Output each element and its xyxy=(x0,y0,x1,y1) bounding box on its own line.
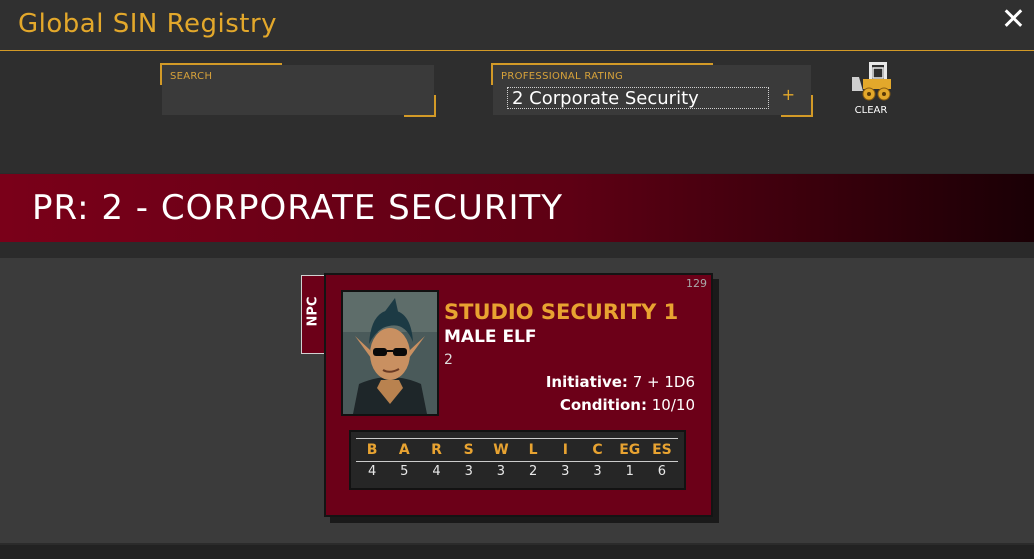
npc-rating: 2 xyxy=(444,352,453,368)
attribute-value: 4 xyxy=(367,464,377,479)
professional-rating-field[interactable]: PROFESSIONAL RATING 2 Corporate Security… xyxy=(491,63,813,117)
attribute-header: S xyxy=(463,442,474,458)
attribute-value: 5 xyxy=(400,464,409,479)
condition-row: Condition: 10/10 xyxy=(560,396,695,414)
title-bar: Global SIN Registry ✕ xyxy=(0,0,1034,51)
card-number: 129 xyxy=(686,277,707,290)
attribute-header: I xyxy=(562,442,568,458)
attribute-header: C xyxy=(592,442,603,458)
attribute-header: R xyxy=(431,442,442,458)
condition-value: 10/10 xyxy=(651,396,695,414)
window-title: Global SIN Registry xyxy=(18,9,278,39)
npc-name: STUDIO SECURITY 1 xyxy=(444,300,679,324)
npc-subtitle: MALE ELF xyxy=(444,327,537,347)
attribute-header: EG xyxy=(619,442,641,458)
elf-portrait-image xyxy=(343,292,437,414)
attribute-value: 6 xyxy=(657,464,667,479)
attribute-value: 1 xyxy=(625,464,634,479)
bulldozer-icon xyxy=(852,62,891,101)
attribute-header: L xyxy=(528,442,538,458)
npc-tag: NPC xyxy=(301,275,324,354)
initiative-value: 7 + 1D6 xyxy=(632,373,695,391)
professional-rating-select[interactable]: 2 Corporate Security xyxy=(507,87,769,109)
initiative-row: Initiative: 7 + 1D6 xyxy=(546,373,695,391)
banner-title: PR: 2 - CORPORATE SECURITY xyxy=(32,188,564,228)
attribute-header: B xyxy=(366,442,378,458)
attribute-value: 2 xyxy=(528,464,538,479)
initiative-label: Initiative: xyxy=(545,373,628,391)
close-icon[interactable]: ✕ xyxy=(1001,2,1026,38)
attribute-table: B A R S W L I C EG ES 4 5 4 3 3 2 3 3 1 … xyxy=(349,430,686,490)
condition-label: Condition: xyxy=(559,396,647,414)
attribute-value: 3 xyxy=(496,464,506,479)
search-label: SEARCH xyxy=(170,71,213,82)
npc-portrait xyxy=(341,290,439,416)
footer-strip xyxy=(0,545,1034,559)
attribute-header: A xyxy=(398,442,410,458)
attribute-header: W xyxy=(493,442,509,458)
npc-card[interactable]: 129 STUDIO SECURITY 1 MALE ELF 2 Initiat… xyxy=(324,273,713,517)
search-input[interactable] xyxy=(170,87,420,109)
category-banner: PR: 2 - CORPORATE SECURITY xyxy=(0,174,1034,242)
attribute-header-row: B A R S W L I C EG ES xyxy=(356,438,678,462)
attribute-value-row: 4 5 4 3 3 2 3 3 1 6 xyxy=(356,462,678,482)
filter-bar: SEARCH PROFESSIONAL RATING 2 Corporate S… xyxy=(0,51,1034,173)
clear-button[interactable]: CLEAR xyxy=(846,59,896,119)
npc-tag-label: NPC xyxy=(305,296,321,327)
attribute-value: 3 xyxy=(593,464,602,479)
attribute-value: 4 xyxy=(432,464,441,479)
attribute-value: 3 xyxy=(464,464,473,479)
clear-label: CLEAR xyxy=(854,105,888,116)
professional-rating-label: PROFESSIONAL RATING xyxy=(501,71,624,82)
attribute-header: ES xyxy=(652,442,672,458)
attribute-value: 3 xyxy=(561,464,570,479)
search-field[interactable]: SEARCH xyxy=(160,63,436,117)
add-rating-button[interactable]: + xyxy=(782,85,795,104)
